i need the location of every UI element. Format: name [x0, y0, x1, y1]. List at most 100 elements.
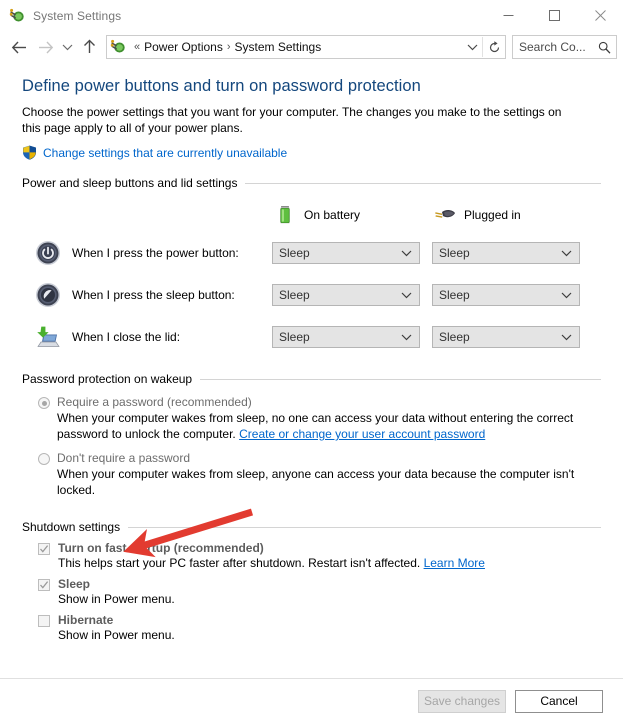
fast-startup-checkbox[interactable] — [38, 543, 50, 555]
sleep-item: Sleep Show in Power menu. — [22, 577, 601, 606]
select-value: Sleep — [439, 288, 470, 302]
change-settings-link-row[interactable]: Change settings that are currently unava… — [22, 145, 601, 160]
section-divider — [200, 378, 601, 380]
maximize-icon[interactable] — [531, 0, 577, 31]
power-plug-icon — [110, 39, 126, 55]
lid-plugged-in-cell: Sleep — [432, 316, 592, 358]
power-button-on-battery-cell: Sleep — [272, 232, 432, 274]
search-input[interactable]: Search Co... — [512, 35, 617, 59]
power-plug-icon — [9, 8, 25, 24]
title-bar: System Settings — [0, 0, 623, 31]
lid-on-battery-cell: Sleep — [272, 316, 432, 358]
fast-startup-item: Turn on fast startup (recommended) This … — [22, 541, 601, 570]
table-row: When I press the sleep button: Sleep Sle… — [22, 274, 592, 316]
fast-startup-description-text: This helps start your PC faster after sh… — [58, 556, 424, 570]
power-plug-icon — [432, 202, 458, 228]
page-title: Define power buttons and turn on passwor… — [22, 77, 421, 95]
uac-shield-icon — [22, 145, 37, 160]
require-password-label: Require a password (recommended) — [57, 395, 252, 409]
chevron-down-icon[interactable] — [462, 43, 482, 51]
section-divider — [245, 182, 601, 184]
fast-startup-label: Turn on fast startup (recommended) — [58, 541, 264, 555]
cancel-button[interactable]: Cancel — [515, 689, 603, 713]
sleep-description: Show in Power menu. — [58, 592, 175, 606]
chevron-down-icon — [561, 333, 572, 341]
table-header-row: On battery Plugged in — [22, 198, 592, 232]
breadcrumb-power-options[interactable]: Power Options — [144, 40, 223, 54]
fast-startup-checkbox-row[interactable]: Turn on fast startup (recommended) — [22, 541, 601, 555]
header-plugged-in-cell: Plugged in — [432, 198, 592, 232]
no-password-radio-row[interactable]: Don't require a password — [22, 451, 601, 465]
hibernate-label: Hibernate — [58, 613, 114, 627]
require-password-radio-row[interactable]: Require a password (recommended) — [22, 395, 601, 409]
power-button-plugged-in-cell: Sleep — [432, 232, 592, 274]
sleep-button-row-label: When I press the sleep button: — [72, 288, 235, 302]
battery-icon — [272, 202, 298, 228]
forward-arrow-icon — [32, 34, 58, 60]
sleep-checkbox[interactable] — [38, 579, 50, 591]
shutdown-section-label: Shutdown settings — [22, 520, 121, 534]
select-value: Sleep — [439, 246, 470, 260]
power-section-label: Power and sleep buttons and lid settings — [22, 176, 238, 190]
no-password-description: When your computer wakes from sleep, any… — [57, 467, 575, 497]
select-value: Sleep — [439, 330, 470, 344]
hibernate-item: Hibernate Show in Power menu. — [22, 613, 601, 642]
select-value: Sleep — [279, 288, 310, 302]
no-password-radio[interactable] — [38, 453, 50, 465]
lid-plugged-in-select[interactable]: Sleep — [432, 326, 580, 348]
sleep-button-on-battery-cell: Sleep — [272, 274, 432, 316]
fast-startup-description: This helps start your PC faster after sh… — [22, 556, 601, 570]
password-section-label: Password protection on wakeup — [22, 372, 193, 386]
hibernate-description: Show in Power menu. — [58, 628, 175, 642]
minimize-icon[interactable] — [485, 0, 531, 31]
dialog-footer: Save changes Cancel — [0, 678, 623, 723]
require-password-radio[interactable] — [38, 397, 50, 409]
sleep-checkbox-row[interactable]: Sleep — [22, 577, 601, 591]
sleep-button-on-battery-select[interactable]: Sleep — [272, 284, 420, 306]
hibernate-checkbox[interactable] — [38, 615, 50, 627]
select-value: Sleep — [279, 246, 310, 260]
chevron-down-icon — [401, 333, 412, 341]
header-spacer-cell — [22, 198, 272, 232]
learn-more-link[interactable]: Learn More — [424, 556, 485, 570]
breadcrumb-separator: › — [226, 41, 231, 53]
back-arrow-icon[interactable] — [6, 34, 32, 60]
change-settings-link[interactable]: Change settings that are currently unava… — [43, 146, 287, 160]
sleep-button-row-label-cell: When I press the sleep button: — [22, 274, 272, 316]
page-intro: Choose the power settings that you want … — [22, 105, 562, 135]
sleep-button-plugged-in-select[interactable]: Sleep — [432, 284, 580, 306]
save-changes-button[interactable]: Save changes — [418, 689, 506, 713]
close-icon[interactable] — [577, 0, 623, 31]
refresh-icon[interactable] — [482, 37, 505, 57]
plugged-in-label: Plugged in — [464, 208, 521, 222]
create-change-password-link[interactable]: Create or change your user account passw… — [239, 427, 485, 441]
lid-row-label-cell: When I close the lid: — [22, 316, 272, 358]
power-button-icon — [34, 239, 62, 267]
window-controls — [485, 0, 623, 31]
recent-locations-icon[interactable] — [58, 34, 76, 60]
power-button-row-label-cell: When I press the power button: — [22, 232, 272, 274]
no-password-label: Don't require a password — [57, 451, 191, 465]
chevron-down-icon — [401, 291, 412, 299]
address-bar[interactable]: « Power Options › System Settings — [106, 35, 506, 59]
lid-row-label: When I close the lid: — [72, 330, 181, 344]
no-password-option: Don't require a password When your compu… — [22, 451, 601, 498]
password-section-header: Password protection on wakeup — [22, 372, 601, 386]
up-arrow-icon[interactable] — [76, 34, 102, 60]
power-button-plugged-in-select[interactable]: Sleep — [432, 242, 580, 264]
search-icon[interactable] — [598, 41, 611, 54]
breadcrumb-system-settings[interactable]: System Settings — [235, 40, 322, 54]
search-placeholder: Search Co... — [519, 40, 586, 54]
lid-on-battery-select[interactable]: Sleep — [272, 326, 420, 348]
hibernate-checkbox-row[interactable]: Hibernate — [22, 613, 601, 627]
chevron-down-icon — [561, 291, 572, 299]
chevron-down-icon — [561, 249, 572, 257]
power-settings-table: On battery Plugged in When I press the p… — [22, 198, 592, 358]
power-button-on-battery-select[interactable]: Sleep — [272, 242, 420, 264]
shutdown-section-header: Shutdown settings — [22, 520, 601, 534]
require-password-option: Require a password (recommended) When yo… — [22, 395, 601, 442]
header-on-battery-cell: On battery — [272, 198, 432, 232]
sleep-button-plugged-in-cell: Sleep — [432, 274, 592, 316]
power-button-row-label: When I press the power button: — [72, 246, 239, 260]
section-divider — [128, 526, 601, 528]
